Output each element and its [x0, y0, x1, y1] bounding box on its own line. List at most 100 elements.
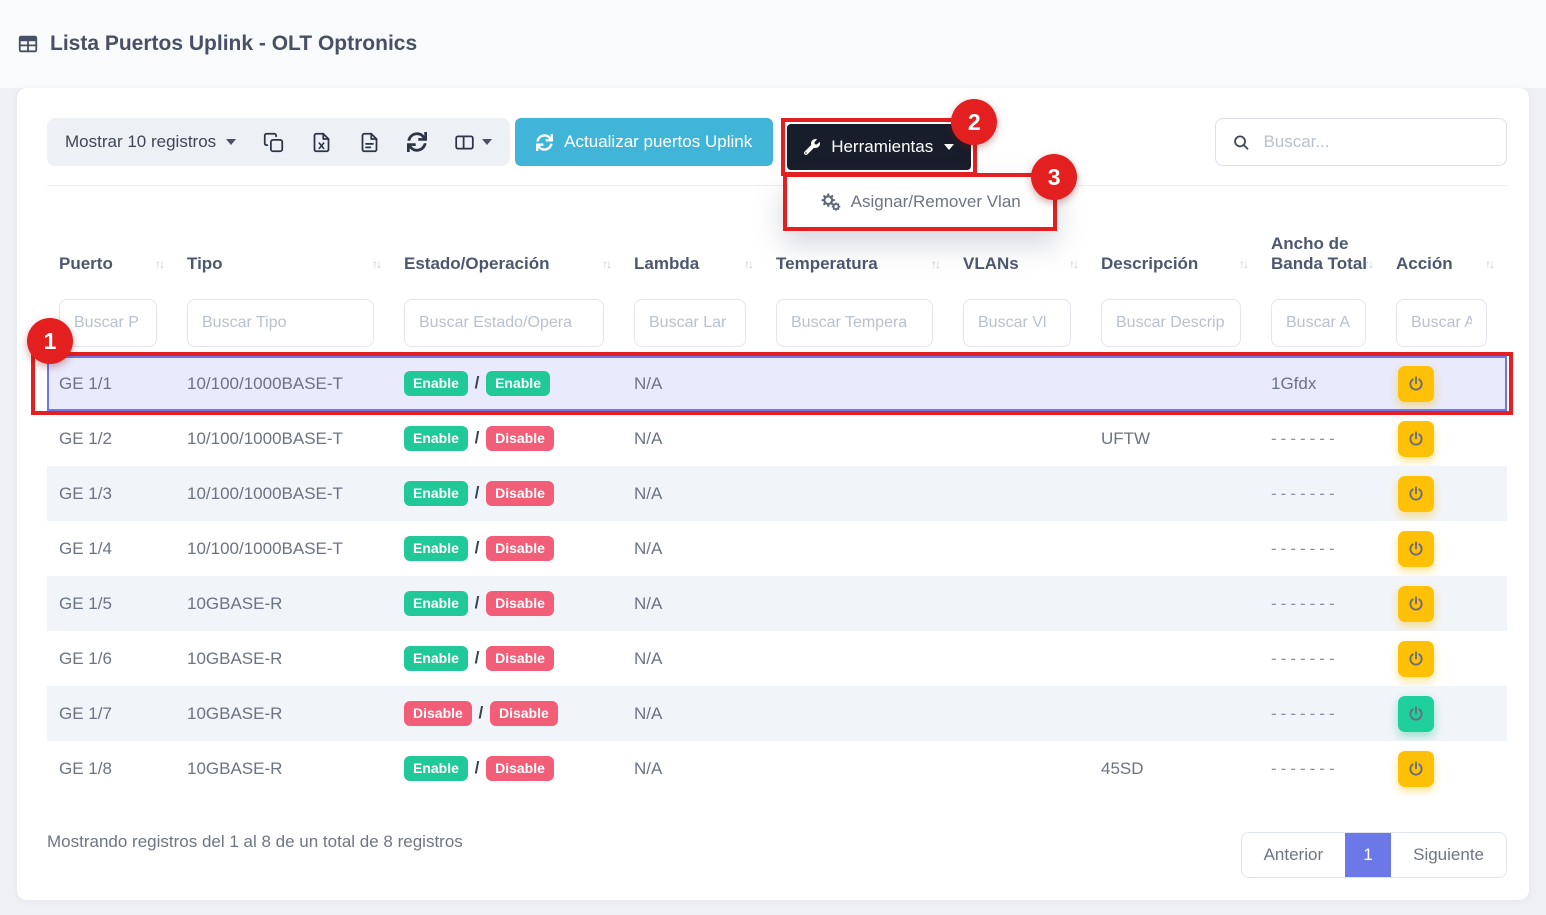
filter-input-accion[interactable]	[1396, 299, 1487, 347]
table-filter-row	[47, 290, 1507, 356]
power-toggle-button[interactable]	[1398, 421, 1434, 457]
cell-accion	[1386, 356, 1507, 411]
cell-accion	[1386, 521, 1507, 576]
column-visibility-button[interactable]	[454, 132, 492, 153]
power-toggle-button[interactable]	[1398, 751, 1434, 787]
cell-descripcion	[1091, 686, 1261, 741]
column-header-label: Puerto	[59, 254, 113, 273]
cell-lambda: N/A	[624, 466, 766, 521]
cell-descripcion	[1091, 356, 1261, 411]
file-export-button[interactable]	[359, 132, 380, 153]
sort-icon: ↑↓	[1239, 257, 1247, 271]
cell-tipo: 10GBASE-R	[177, 741, 394, 796]
cell-lambda: N/A	[624, 686, 766, 741]
tools-dropdown-button[interactable]: Herramientas	[787, 124, 971, 170]
filter-cell-vlans	[953, 290, 1091, 356]
operacion-badge: Disable	[486, 591, 554, 616]
cell-estado-operacion: Enable / Disable	[394, 521, 624, 576]
table-row-ge-1-5[interactable]: GE 1/510GBASE-REnable / DisableN/A------…	[47, 576, 1507, 631]
column-visibility-icon	[454, 132, 475, 153]
search-icon	[1232, 132, 1250, 153]
sort-icon: ↑↓	[1485, 257, 1493, 271]
power-icon	[1407, 540, 1425, 558]
filter-input-temperatura[interactable]	[776, 299, 933, 347]
table-row-ge-1-7[interactable]: GE 1/710GBASE-RDisable / DisableN/A-----…	[47, 686, 1507, 741]
ancho-banda-value: -------	[1271, 649, 1339, 668]
refresh-icon	[407, 132, 427, 152]
cell-estado-operacion: Disable / Disable	[394, 686, 624, 741]
sort-icon: ↑↓	[602, 257, 610, 271]
pagination-previous-button[interactable]: Anterior	[1242, 833, 1346, 877]
cell-lambda: N/A	[624, 741, 766, 796]
cell-puerto: GE 1/3	[47, 466, 177, 521]
cell-tipo: 10GBASE-R	[177, 576, 394, 631]
operacion-badge: Disable	[486, 756, 554, 781]
table-row-ge-1-6[interactable]: GE 1/610GBASE-REnable / DisableN/A------…	[47, 631, 1507, 686]
filter-input-estado-operacion[interactable]	[404, 299, 604, 347]
length-menu-select[interactable]: Mostrar 10 registros	[65, 132, 236, 152]
pagination-next-button[interactable]: Siguiente	[1391, 833, 1506, 877]
excel-export-button[interactable]	[311, 132, 332, 153]
column-header-puerto[interactable]: Puerto↑↓	[47, 186, 177, 290]
cell-tipo: 10/100/1000BASE-T	[177, 521, 394, 576]
cell-accion	[1386, 741, 1507, 796]
table-row-ge-1-1[interactable]: GE 1/110/100/1000BASE-TEnable / EnableN/…	[47, 356, 1507, 411]
page-title: Lista Puertos Uplink - OLT Optronics	[17, 32, 1529, 56]
cell-ancho-banda: -------	[1261, 686, 1386, 741]
filter-input-descripcion[interactable]	[1101, 299, 1241, 347]
cell-vlans	[953, 411, 1091, 466]
filter-input-ancho-de-banda-total[interactable]	[1271, 299, 1366, 347]
cell-tipo: 10/100/1000BASE-T	[177, 466, 394, 521]
power-toggle-button[interactable]	[1398, 641, 1434, 677]
column-header-label: Temperatura	[776, 254, 878, 273]
column-header-descripcion[interactable]: Descripción↑↓	[1091, 186, 1261, 290]
table-body: GE 1/110/100/1000BASE-TEnable / EnableN/…	[47, 356, 1507, 796]
copy-button[interactable]	[263, 132, 284, 153]
power-toggle-button[interactable]	[1398, 586, 1434, 622]
annotation-step-3: 3	[1031, 154, 1077, 200]
filter-cell-tipo	[177, 290, 394, 356]
cell-vlans	[953, 466, 1091, 521]
search-input[interactable]	[1263, 132, 1490, 152]
table-row-ge-1-2[interactable]: GE 1/210/100/1000BASE-TEnable / DisableN…	[47, 411, 1507, 466]
sort-icon: ↑↓	[1069, 257, 1077, 271]
cell-descripcion: UFTW	[1091, 411, 1261, 466]
refresh-button[interactable]	[407, 132, 427, 152]
table-row-ge-1-8[interactable]: GE 1/810GBASE-REnable / DisableN/A45SD--…	[47, 741, 1507, 796]
filter-input-vlans[interactable]	[963, 299, 1071, 347]
cell-puerto: GE 1/6	[47, 631, 177, 686]
chevron-down-icon	[944, 144, 954, 150]
cell-estado-operacion: Enable / Disable	[394, 576, 624, 631]
column-header-tipo[interactable]: Tipo↑↓	[177, 186, 394, 290]
ancho-banda-value: -------	[1271, 759, 1339, 778]
filter-input-lambda[interactable]	[634, 299, 746, 347]
top-header-bar: Lista Puertos Uplink - OLT Optronics	[0, 0, 1546, 88]
power-toggle-button[interactable]	[1398, 696, 1434, 732]
column-header-lambda[interactable]: Lambda↑↓	[624, 186, 766, 290]
table-toolbar: Mostrar 10 registros	[47, 118, 1507, 166]
update-uplink-ports-button[interactable]: Actualizar puertos Uplink	[515, 118, 773, 166]
column-header-ancho-de-banda-total[interactable]: Ancho de Banda Total↑↓	[1261, 186, 1386, 290]
power-icon	[1407, 760, 1425, 778]
power-toggle-button[interactable]	[1398, 531, 1434, 567]
cell-lambda: N/A	[624, 576, 766, 631]
ports-table-wrap: Puerto↑↓Tipo↑↓Estado/Operación↑↓Lambda↑↓…	[47, 186, 1507, 796]
table-row-ge-1-4[interactable]: GE 1/410/100/1000BASE-TEnable / DisableN…	[47, 521, 1507, 576]
filter-input-puerto[interactable]	[59, 299, 157, 347]
column-header-estado-operacion[interactable]: Estado/Operación↑↓	[394, 186, 624, 290]
operacion-badge: Disable	[486, 646, 554, 671]
table-row-ge-1-3[interactable]: GE 1/310/100/1000BASE-TEnable / DisableN…	[47, 466, 1507, 521]
ancho-banda-value: -------	[1271, 429, 1339, 448]
power-toggle-button[interactable]	[1398, 366, 1434, 402]
column-header-accion[interactable]: Acción↑↓	[1386, 186, 1507, 290]
badge-separator: /	[470, 373, 484, 392]
filter-input-tipo[interactable]	[187, 299, 374, 347]
menu-item-assign-remove-vlan[interactable]: Asignar/Remover Vlan	[787, 177, 1053, 227]
file-export-icon	[359, 132, 380, 153]
cell-estado-operacion: Enable / Enable	[394, 356, 624, 411]
power-toggle-button[interactable]	[1398, 476, 1434, 512]
cell-accion	[1386, 631, 1507, 686]
pagination-page-1[interactable]: 1	[1345, 833, 1391, 877]
column-header-label: VLANs	[963, 254, 1019, 273]
operacion-badge: Disable	[486, 536, 554, 561]
